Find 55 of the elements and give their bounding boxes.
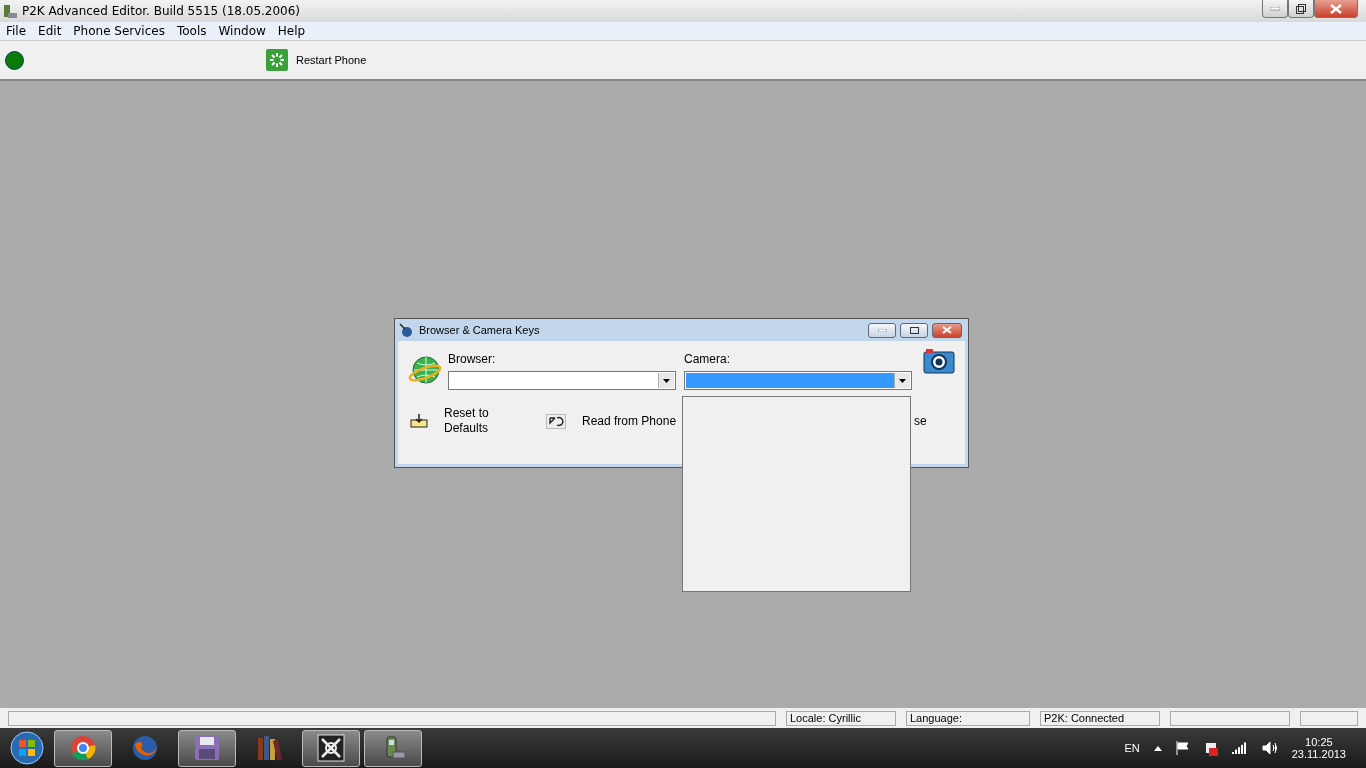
close-button[interactable]: se — [914, 413, 954, 429]
menu-item[interactable]: Window — [212, 24, 272, 38]
phone-device-icon — [2, 3, 18, 19]
windows-orb-icon — [9, 730, 45, 766]
maximize-icon — [909, 326, 919, 334]
field-label: Browser: — [448, 352, 497, 366]
tray-expand-icon[interactable] — [1153, 745, 1162, 751]
spinner-icon — [266, 49, 288, 71]
window-title: P2K Advanced Editor. Build 5515 (18.05.2006) — [22, 4, 302, 18]
camera-icon — [923, 347, 955, 375]
fox-globe-icon — [131, 734, 159, 762]
globe-icon — [408, 355, 442, 387]
close-button[interactable] — [1314, 0, 1358, 18]
minimize-icon — [1270, 6, 1280, 11]
round-logo-icon — [70, 735, 96, 761]
menu-item[interactable]: Tools — [170, 24, 213, 38]
menu-item[interactable]: Edit — [32, 24, 68, 38]
menu-item[interactable]: File — [0, 24, 33, 38]
status-panel — [1300, 710, 1358, 726]
close-button[interactable] — [932, 322, 962, 338]
close-icon — [1330, 3, 1342, 14]
status-panel: P2K: Connected — [1040, 710, 1160, 726]
taskbar-app-button[interactable] — [302, 729, 360, 767]
language-indicator[interactable]: EN — [1124, 742, 1140, 754]
taskbar-app-button[interactable] — [364, 729, 422, 767]
taskbar-app-button[interactable] — [178, 729, 236, 767]
clock[interactable]: 10:25 23.11.2013 — [1291, 736, 1346, 760]
maximize-button[interactable] — [900, 322, 928, 338]
crossed-tools-icon — [317, 734, 345, 762]
restore-icon — [1296, 3, 1306, 14]
browser-dropdown[interactable] — [448, 371, 676, 390]
caret-icon — [899, 378, 906, 383]
minimize-button[interactable] — [1262, 0, 1288, 18]
signal-bars-icon[interactable] — [1231, 742, 1248, 754]
tray-download-icon — [410, 414, 428, 428]
field-label: Camera: — [684, 352, 731, 366]
taskbar-app-button[interactable] — [54, 729, 112, 767]
flag-icon[interactable] — [1175, 741, 1190, 755]
restart-phone-button[interactable]: Restart Phone — [266, 49, 367, 71]
status-panel: Language: — [906, 710, 1030, 726]
camera-dropdown[interactable] — [684, 371, 912, 390]
minimize-button[interactable] — [868, 322, 896, 338]
menu-item[interactable]: Phone Services — [67, 24, 171, 38]
close-icon — [942, 326, 952, 334]
speaker-icon[interactable] — [1261, 741, 1278, 755]
wrench-ball-icon — [399, 323, 413, 337]
undo-arrow-icon — [546, 413, 566, 429]
restore-button[interactable] — [1288, 0, 1314, 18]
menu-item[interactable]: Help — [271, 24, 312, 38]
books-icon — [255, 734, 283, 762]
reset-defaults-button[interactable]: Reset to Defaults — [410, 406, 546, 436]
minimize-icon — [877, 328, 887, 332]
status-panel: Locale: Cyrillic — [786, 710, 896, 726]
caret-icon — [663, 378, 670, 383]
dialog-title: Browser & Camera Keys — [419, 324, 541, 336]
